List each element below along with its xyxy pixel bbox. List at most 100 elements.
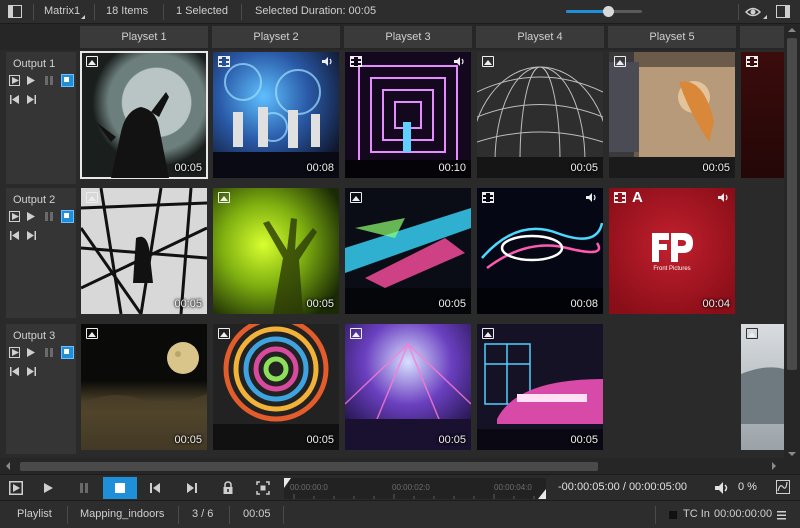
- items-count: 18 Items: [106, 5, 149, 17]
- media-cell-venus-gallery[interactable]: 00:05: [609, 52, 735, 178]
- clip-duration: 00:10: [438, 162, 466, 174]
- selected-count: 1 Selected: [176, 5, 228, 17]
- media-cell-tunnel[interactable]: 00:10: [345, 52, 471, 178]
- stop-button[interactable]: [61, 346, 74, 359]
- audio-icon: [717, 192, 730, 203]
- timeline-ruler[interactable]: 00:00:00:0 00:00:02:0 00:00:04:0: [284, 478, 546, 499]
- scroll-up-icon[interactable]: [784, 24, 800, 36]
- eye-dropdown-icon[interactable]: [763, 15, 767, 19]
- vertical-scrollbar[interactable]: [784, 24, 800, 474]
- next-button[interactable]: [26, 94, 37, 105]
- clip-duration: 00:05: [702, 162, 730, 174]
- sidebar-toggle-icon[interactable]: [8, 5, 22, 18]
- zoom-slider[interactable]: [566, 6, 642, 17]
- column-header-playset-3[interactable]: Playset 3: [344, 26, 472, 48]
- media-cell-neon-waves[interactable]: 00:08: [477, 188, 603, 314]
- image-icon: [746, 328, 758, 339]
- fit-view-button[interactable]: [249, 477, 277, 499]
- volume-level[interactable]: 0 %: [738, 481, 757, 493]
- vertical-scrollbar-thumb[interactable]: [787, 38, 797, 370]
- stop-button[interactable]: [103, 477, 137, 499]
- media-cell-dome[interactable]: 00:05: [477, 52, 603, 178]
- output-label: Output 3: [13, 330, 56, 342]
- media-cell-train-facade[interactable]: 00:05: [477, 324, 603, 450]
- column-header-playset-4[interactable]: Playset 4: [476, 26, 604, 48]
- media-cell-concert-crowd[interactable]: 00:05: [345, 324, 471, 450]
- top-toolbar: Matrix1 18 Items 1 Selected Selected Dur…: [0, 0, 800, 24]
- clip-duration: 00:05: [174, 162, 202, 174]
- previous-button[interactable]: [9, 366, 20, 377]
- previous-button[interactable]: [141, 477, 169, 499]
- output-label: Output 1: [13, 58, 56, 70]
- pause-button[interactable]: [44, 347, 55, 358]
- previous-button[interactable]: [9, 94, 20, 105]
- pause-button[interactable]: [44, 211, 55, 222]
- matrix-selector[interactable]: Matrix1: [44, 5, 80, 17]
- scroll-left-icon[interactable]: [2, 458, 14, 474]
- scroll-right-icon[interactable]: [768, 458, 780, 474]
- play-all-button[interactable]: [9, 75, 20, 86]
- stop-button[interactable]: [61, 74, 74, 87]
- next-icon: [187, 483, 197, 493]
- media-cell-empty[interactable]: [609, 324, 735, 450]
- previous-button[interactable]: [9, 230, 20, 241]
- scroll-down-icon[interactable]: [784, 448, 800, 460]
- column-header-playset-1[interactable]: Playset 1: [80, 26, 208, 48]
- zoom-slider-fill: [566, 10, 608, 13]
- video-icon: [614, 192, 626, 203]
- horizontal-scrollbar[interactable]: [0, 458, 784, 474]
- media-cell-partial[interactable]: [741, 52, 784, 178]
- media-cell-moon[interactable]: 00:05: [81, 324, 207, 450]
- horizontal-scrollbar-thumb[interactable]: [20, 462, 598, 471]
- column-header-playset-6[interactable]: [740, 26, 784, 48]
- pause-button[interactable]: [44, 75, 55, 86]
- clip-duration: 00:05: [174, 434, 202, 446]
- eye-icon[interactable]: [744, 5, 762, 19]
- output-label: Output 2: [13, 194, 56, 206]
- menu-icon[interactable]: [777, 509, 786, 520]
- stop-button[interactable]: [61, 210, 74, 223]
- curve-editor-icon[interactable]: [776, 480, 790, 494]
- image-icon: [350, 328, 362, 339]
- zoom-slider-handle[interactable]: [602, 6, 614, 17]
- play-all-button[interactable]: [9, 347, 20, 358]
- volume-icon[interactable]: [714, 481, 730, 495]
- column-header-playset-5[interactable]: Playset 5: [608, 26, 736, 48]
- lock-button[interactable]: [214, 477, 242, 499]
- play-all-button[interactable]: [9, 211, 20, 222]
- next-button[interactable]: [26, 230, 37, 241]
- media-cell-laser-stage[interactable]: 00:05: [345, 188, 471, 314]
- pause-button[interactable]: [70, 477, 98, 499]
- timeline-mark: 00:00:04:0: [494, 483, 532, 492]
- column-header-playset-2[interactable]: Playset 2: [212, 26, 340, 48]
- clip-duration: 00:04: [702, 298, 730, 310]
- matrix-dropdown-icon[interactable]: [81, 15, 85, 19]
- stop-icon: [115, 483, 125, 493]
- image-icon: [482, 328, 494, 339]
- status-mode[interactable]: Playlist: [17, 508, 52, 520]
- audio-icon: [321, 56, 334, 67]
- clip-duration: 00:05: [570, 434, 598, 446]
- status-bar: Playlist Mapping_indoors 3 / 6 00:05 TC …: [0, 500, 800, 528]
- right-panel-toggle-icon[interactable]: [776, 5, 790, 18]
- image-icon: [86, 192, 98, 203]
- media-cell-dancers[interactable]: 00:08: [213, 52, 339, 178]
- media-cell-spiral-dome[interactable]: 00:05: [213, 324, 339, 450]
- play-all-button[interactable]: [2, 477, 30, 499]
- media-cell-partial[interactable]: [741, 324, 784, 450]
- next-button[interactable]: [26, 366, 37, 377]
- play-button[interactable]: [34, 477, 62, 499]
- timeline-mark: 00:00:00:0: [290, 483, 328, 492]
- selected-duration: Selected Duration: 00:05: [255, 5, 377, 17]
- media-cell-hands-green[interactable]: 00:05: [213, 188, 339, 314]
- play-button[interactable]: [26, 75, 37, 86]
- tc-in-indicator-icon: [669, 511, 677, 519]
- media-cell-front-pictures-logo[interactable]: Front Pictures A 00:04: [609, 188, 735, 314]
- next-button[interactable]: [178, 477, 206, 499]
- play-button[interactable]: [26, 211, 37, 222]
- transport-bar: 00:00:00:0 00:00:02:0 00:00:04:0 -00:00:…: [0, 474, 800, 500]
- media-cell-scaffold[interactable]: 00:05: [81, 188, 207, 314]
- play-button[interactable]: [26, 347, 37, 358]
- image-icon: [86, 328, 98, 339]
- media-cell-singer[interactable]: 00:05: [80, 51, 208, 179]
